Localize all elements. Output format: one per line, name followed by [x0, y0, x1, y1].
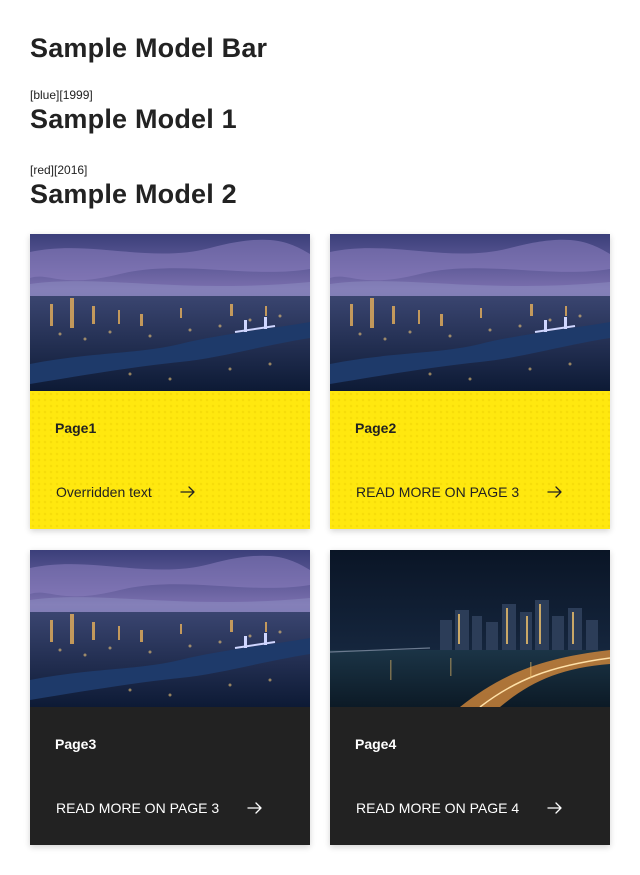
card-body: Page3 READ MORE ON PAGE 3 [30, 707, 310, 845]
city-aerial-dusk-image [330, 234, 610, 391]
model-name: Sample Model 1 [30, 104, 237, 134]
model-name: Sample Model 2 [30, 179, 237, 209]
arrow-right-icon [547, 802, 563, 814]
city-aerial-dusk-image [30, 550, 310, 707]
page-card: Page1 Overridden text [30, 234, 310, 529]
card-title: Page2 [355, 420, 397, 436]
city-aerial-dusk-image [30, 234, 310, 391]
card-title: Page4 [355, 736, 397, 752]
card-link[interactable]: Overridden text [56, 484, 196, 500]
city-skyline-night-image [330, 550, 610, 707]
card-title: Page1 [55, 420, 97, 436]
card-link-label: READ MORE ON PAGE 3 [356, 484, 520, 500]
model-entry: [red][2016] Sample Model 2 [30, 163, 237, 211]
card-link[interactable]: READ MORE ON PAGE 3 [56, 800, 263, 816]
card-link-label: Overridden text [56, 484, 152, 500]
card-link-label: READ MORE ON PAGE 4 [356, 800, 520, 816]
model-meta: [red][2016] [30, 163, 88, 177]
card-body: Page4 READ MORE ON PAGE 4 [330, 707, 610, 845]
card-body: Page2 READ MORE ON PAGE 3 [330, 391, 610, 529]
card-link[interactable]: READ MORE ON PAGE 3 [356, 484, 563, 500]
card-body: Page1 Overridden text [30, 391, 310, 529]
arrow-right-icon [547, 486, 563, 498]
arrow-right-icon [180, 486, 196, 498]
model-entry: [blue][1999] Sample Model 1 [30, 88, 237, 136]
model-meta: [blue][1999] [30, 88, 93, 102]
page-card: Page4 READ MORE ON PAGE 4 [330, 550, 610, 845]
page-title: Sample Model Bar [30, 33, 268, 63]
arrow-right-icon [247, 802, 263, 814]
card-link[interactable]: READ MORE ON PAGE 4 [356, 800, 563, 816]
card-link-label: READ MORE ON PAGE 3 [56, 800, 220, 816]
page-card: Page2 READ MORE ON PAGE 3 [330, 234, 610, 529]
card-title: Page3 [55, 736, 97, 752]
page-card: Page3 READ MORE ON PAGE 3 [30, 550, 310, 845]
card-grid: Page1 Overridden text Page2 READ MORE ON… [30, 234, 610, 845]
